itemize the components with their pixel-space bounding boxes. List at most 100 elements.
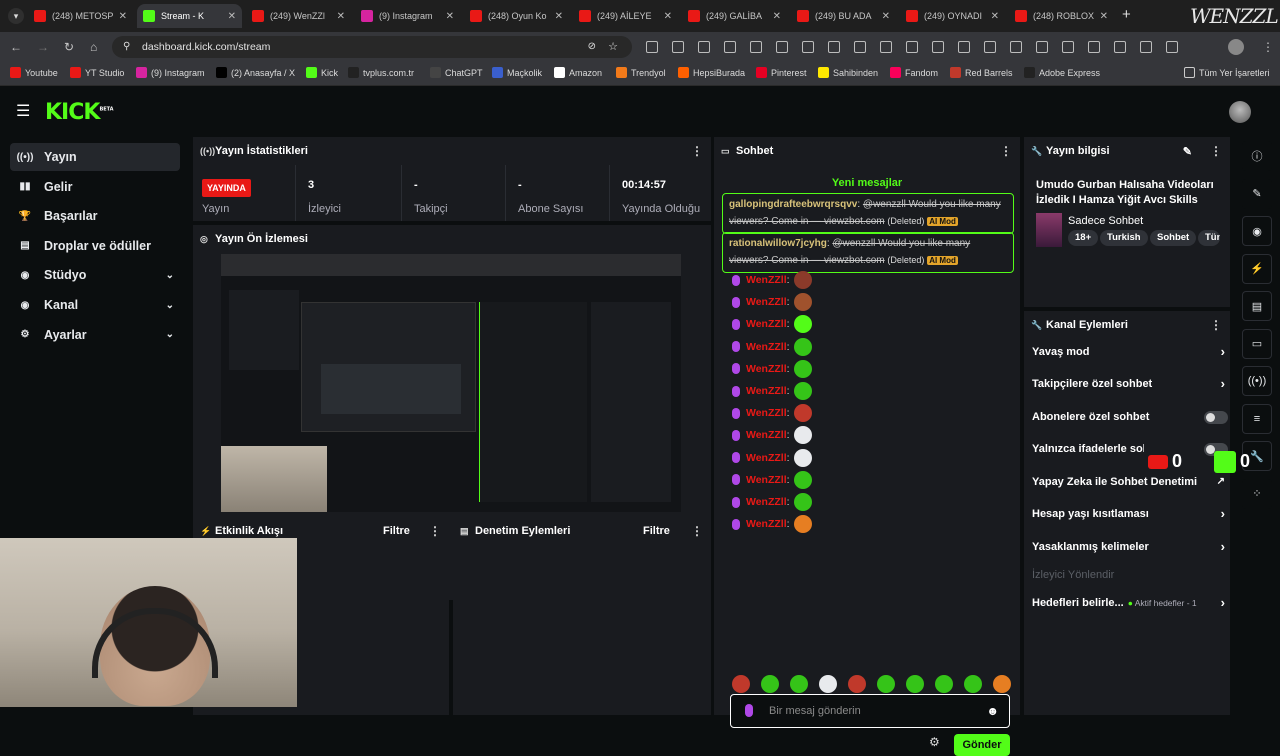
grid-icon[interactable] xyxy=(750,41,762,53)
chevron-down-icon[interactable]: ⌄ xyxy=(166,329,174,340)
emote-icon[interactable] xyxy=(819,675,837,693)
tag-chip[interactable]: Turkish xyxy=(1100,230,1148,246)
url-field[interactable]: ⚲ dashboard.kick.com/stream ⊘ ☆ xyxy=(112,36,632,58)
bookmark-item[interactable]: (9) Instagram xyxy=(136,67,205,78)
bookmark-item[interactable]: Pinterest xyxy=(756,67,807,78)
stream-info-menu-icon[interactable]: ⋮ xyxy=(1210,144,1222,158)
close-icon[interactable]: ✕ xyxy=(337,11,345,22)
close-icon[interactable]: ✕ xyxy=(228,11,236,22)
download-icon[interactable] xyxy=(1088,41,1100,53)
browser-tab[interactable]: (248) METOSP ✕ xyxy=(28,4,133,28)
bookmark-item[interactable]: Trendyol xyxy=(616,67,666,78)
close-icon[interactable]: ✕ xyxy=(664,11,672,22)
link-icon[interactable] xyxy=(802,41,814,53)
sidebar-item-droplar[interactable]: ▤ Droplar ve ödüller xyxy=(10,232,180,260)
translate-icon[interactable] xyxy=(698,41,710,53)
stats-menu-icon[interactable]: ⋮ xyxy=(691,144,703,158)
chat-username[interactable]: WenZZll xyxy=(746,385,787,397)
bookmark-item[interactable]: HepsiBurada xyxy=(678,67,745,78)
chevron-right-icon[interactable]: › xyxy=(1221,375,1225,393)
sidebar-item-stüdyo[interactable]: ◉ Stüdyo ⌄ xyxy=(10,261,180,289)
chat-username[interactable]: rationalwillow7jcyhg xyxy=(729,238,827,249)
trash-icon[interactable] xyxy=(906,41,918,53)
sidebar-item-kanal[interactable]: ◉ Kanal ⌄ xyxy=(10,291,180,319)
stream-preview-video[interactable] xyxy=(221,254,681,512)
chat-username[interactable]: WenZZll xyxy=(746,274,787,286)
browser-tab[interactable]: Stream - K ✕ xyxy=(137,4,242,28)
chat-message[interactable]: WenZZll: xyxy=(732,514,812,534)
channel-action-6[interactable]: Yasaklanmış kelimeler › xyxy=(1032,538,1225,556)
moderation-filter-button[interactable]: Filtre xyxy=(643,525,670,537)
chat-username[interactable]: WenZZll xyxy=(746,341,787,353)
activity-filter-button[interactable]: Filtre xyxy=(383,525,410,537)
chat-username[interactable]: WenZZll xyxy=(746,518,787,530)
close-icon[interactable]: ✕ xyxy=(882,11,890,22)
broadcast-icon[interactable]: ((•)) xyxy=(1242,366,1272,396)
sidebar-item-yayın[interactable]: ((•)) Yayın xyxy=(10,143,180,171)
chat-message[interactable]: WenZZll: xyxy=(732,292,812,312)
cast-icon[interactable] xyxy=(1140,41,1152,53)
chat-username[interactable]: WenZZll xyxy=(746,407,787,419)
bookmark-star-icon[interactable] xyxy=(984,41,996,53)
chat-username[interactable]: WenZZll xyxy=(746,296,787,308)
tag-chip[interactable]: Sohbet xyxy=(1150,230,1197,246)
emote-icon[interactable] xyxy=(964,675,982,693)
tag-chip[interactable]: Tür xyxy=(1198,230,1220,246)
chat-message[interactable]: WenZZll: xyxy=(732,270,812,290)
emoji-icon[interactable]: ☻ xyxy=(986,695,999,727)
channel-action-3[interactable]: Yalnızca ifadelerle sohbet xyxy=(1032,440,1228,458)
chat-message[interactable]: WenZZll: xyxy=(732,337,812,357)
extension-icon[interactable] xyxy=(672,41,684,53)
document-icon[interactable]: ▤ xyxy=(1242,291,1272,321)
browser-tab[interactable]: (249) WenZZl ✕ xyxy=(246,4,351,28)
chat-message[interactable]: WenZZll: xyxy=(732,359,812,379)
close-icon[interactable]: ✕ xyxy=(773,11,781,22)
browser-tab[interactable]: (248) Oyun Ko ✕ xyxy=(464,4,569,28)
close-icon[interactable]: ✕ xyxy=(119,11,127,22)
hamburger-menu-icon[interactable]: ☰ xyxy=(16,101,30,121)
bookmark-item[interactable]: Maçkolik xyxy=(492,67,542,78)
bookmark-item[interactable]: Amazon xyxy=(554,67,602,78)
print-icon[interactable] xyxy=(880,41,892,53)
translate2-icon[interactable] xyxy=(1166,41,1178,53)
chevron-down-icon[interactable]: ⌄ xyxy=(166,270,174,281)
browser-tab[interactable]: (249) AİLEYE ✕ xyxy=(573,4,678,28)
emote-icon[interactable] xyxy=(906,675,924,693)
channel-action-4[interactable]: Yapay Zeka ile Sohbet Denetimi ↗ xyxy=(1032,473,1225,491)
edit-pencil-icon[interactable]: ✎ xyxy=(1183,145,1192,158)
new-tab-button[interactable]: + xyxy=(1122,6,1131,23)
channel-action-0[interactable]: Yavaş mod › xyxy=(1032,343,1225,361)
category-name[interactable]: Sadece Sohbet xyxy=(1068,215,1143,227)
bookmark-item[interactable]: Adobe Express xyxy=(1024,67,1100,78)
chat-message[interactable]: WenZZll: xyxy=(732,470,812,490)
chat-username[interactable]: WenZZll xyxy=(746,429,787,441)
apps-icon[interactable]: ⁘ xyxy=(1242,478,1272,509)
chat-message[interactable]: WenZZll: xyxy=(732,314,812,334)
key-icon[interactable] xyxy=(1062,41,1074,53)
chat-username[interactable]: WenZZll xyxy=(746,363,787,375)
bookmark-item[interactable]: Sahibinden xyxy=(818,67,878,78)
activity-menu-icon[interactable]: ⋮ xyxy=(429,524,441,538)
menu-kebab-icon[interactable]: ⋮ xyxy=(1262,40,1274,54)
channel-actions-menu-icon[interactable]: ⋮ xyxy=(1210,318,1222,332)
back-icon[interactable]: ← xyxy=(10,40,22,54)
channel-action-2[interactable]: Abonelere özel sohbet xyxy=(1032,408,1228,426)
emote-icon[interactable] xyxy=(732,675,750,693)
chat-username[interactable]: gallopingdrafteebwrqrsqvv xyxy=(729,199,857,210)
chat-message[interactable]: WenZZll: xyxy=(732,492,812,512)
emote-icon[interactable] xyxy=(790,675,808,693)
chat-settings-icon[interactable]: ⚙ xyxy=(929,735,940,749)
moderated-chat-message[interactable]: gallopingdrafteebwrqrsqvv: @wenzzll Woul… xyxy=(722,193,1014,234)
send-button[interactable]: Gönder xyxy=(954,734,1010,756)
bookmark-item[interactable]: Red Barrels xyxy=(950,67,1013,78)
browser-tab[interactable]: (249) OYNADI ✕ xyxy=(900,4,1005,28)
chevron-right-icon[interactable]: › xyxy=(1221,505,1225,523)
moderation-menu-icon[interactable]: ⋮ xyxy=(691,524,703,538)
channel-action-5[interactable]: Hesap yaşı kısıtlaması › xyxy=(1032,505,1225,523)
sidebar-item-gelir[interactable]: ▮▮ Gelir xyxy=(10,173,180,201)
close-icon[interactable]: ✕ xyxy=(555,11,563,22)
chevron-right-icon[interactable]: › xyxy=(1221,343,1225,361)
chevron-right-icon[interactable]: › xyxy=(1221,594,1225,612)
emote-icon[interactable] xyxy=(877,675,895,693)
site-info-icon[interactable]: ⚲ xyxy=(123,36,130,58)
